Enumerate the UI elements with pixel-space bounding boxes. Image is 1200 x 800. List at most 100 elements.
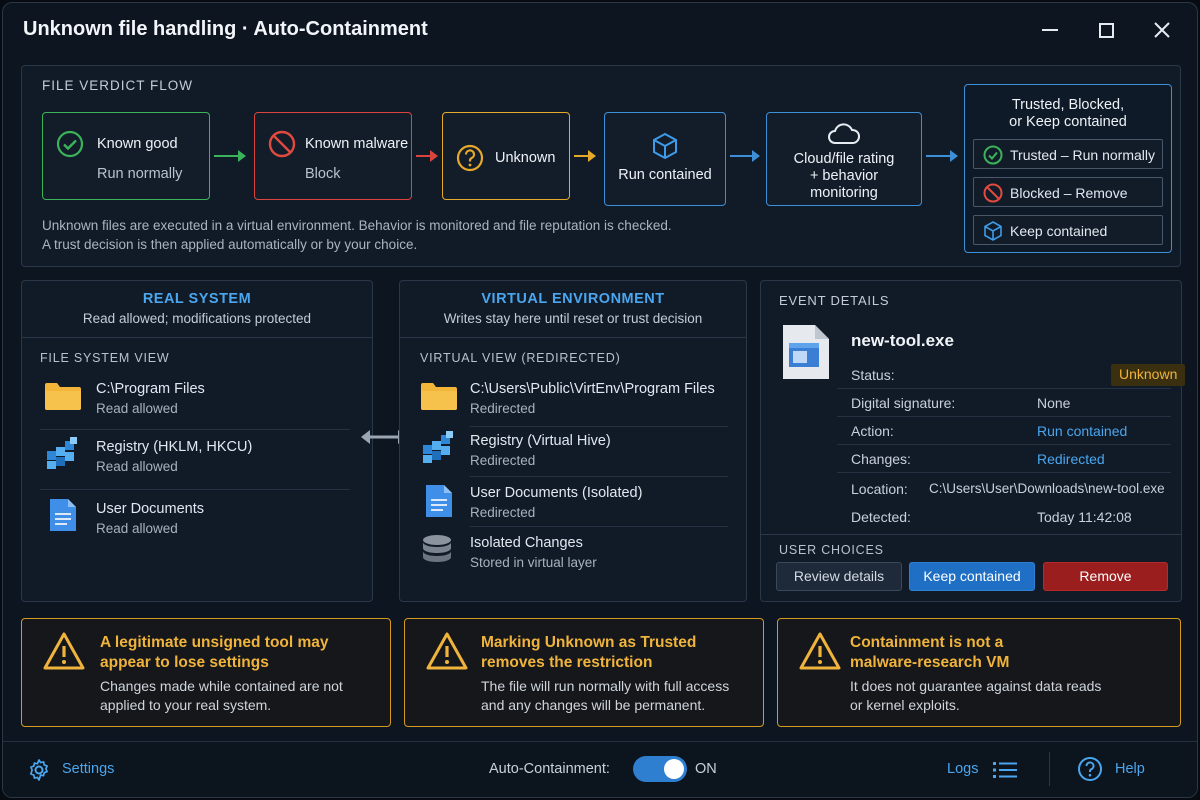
outcome-heading: Trusted, Blocked, or Keep contained [965,97,1171,131]
database-icon [423,535,451,562]
remove-button[interactable]: Remove [1043,562,1168,591]
minimize-button[interactable] [1035,17,1065,43]
keep-contained-button[interactable]: Keep contained [909,562,1035,591]
close-icon [1154,22,1170,38]
real-item-status: Read allowed [96,401,178,416]
maximize-icon [1098,22,1114,38]
document-icon [426,485,452,517]
known-malware-box[interactable]: Known malware Block [254,112,412,200]
cloud-rating-line1: Cloud/file rating [793,151,895,167]
blocked-icon [983,183,1003,203]
check-circle-icon [983,145,1003,165]
warning-desc-line2: and any changes will be permanent. [481,697,706,713]
warning-title: Marking Unknown as Trusted removes the re… [481,633,696,673]
known-good-box[interactable]: Known good Run normally [42,112,210,200]
list-item: User Documents Read allowed [22,495,374,545]
title-bar: Unknown file handling · Auto-Containment [3,3,1197,59]
real-item-name: User Documents [96,501,204,517]
close-button[interactable] [1147,17,1177,43]
cloud-icon [828,123,860,144]
field-key: Detected: [851,509,911,525]
known-good-label: Known good [97,136,178,152]
known-good-action: Run normally [97,166,183,182]
warning-desc-line2: or kernel exploits. [850,697,960,713]
virtual-item-name: Registry (Virtual Hive) [470,433,611,449]
registry-icon [423,431,453,463]
flow-heading: FILE VERDICT FLOW [42,78,194,93]
outcome-keep-label: Keep contained [1010,223,1108,239]
virtual-environment-panel: VIRTUAL ENVIRONMENT Writes stay here unt… [399,280,747,602]
divider [40,489,350,490]
logs-link[interactable]: Logs [947,761,978,777]
divider [400,337,746,338]
settings-link[interactable]: Settings [62,761,114,777]
flow-description-line1: Unknown files are executed in a virtual … [42,218,672,233]
auto-containment-toggle[interactable] [633,756,687,782]
warning-icon [43,632,85,670]
run-contained-box[interactable]: Run contained [604,112,726,206]
outcome-panel: Trusted, Blocked, or Keep contained Trus… [964,84,1172,253]
field-key: Action: [851,423,894,439]
real-item-status: Read allowed [96,459,178,474]
outcome-trusted-label: Trusted – Run normally [1010,147,1155,163]
warning-desc-line1: Changes made while contained are not [100,678,343,694]
gear-icon [30,759,48,781]
review-details-button[interactable]: Review details [776,562,902,591]
unknown-box[interactable]: Unknown [442,112,570,200]
outcome-blocked-option[interactable]: Blocked – Remove [973,177,1163,207]
help-icon[interactable] [1077,756,1103,782]
known-malware-label: Known malware [305,136,409,152]
run-contained-label: Run contained [618,167,712,183]
warning-icon [426,632,468,670]
real-item-name: C:\Program Files [96,381,205,397]
virtual-item-name: User Documents (Isolated) [470,485,643,501]
status-badge: Unknown [1111,364,1186,386]
field-value: Today 11:42:08 [1037,509,1132,525]
field-value-link[interactable]: Run contained [1037,423,1127,439]
warning-card: A legitimate unsigned tool may appear to … [21,618,391,727]
list-item: Registry (Virtual Hive) Redirected [400,429,748,477]
virtual-env-subtitle: Writes stay here until reset or trust de… [443,311,703,326]
real-system-title: REAL SYSTEM [142,291,252,307]
field-value-link[interactable]: Redirected [1037,451,1105,467]
list-item: Isolated Changes Stored in virtual layer [400,529,748,577]
outcome-heading-line2: or Keep contained [1009,114,1127,130]
minimize-icon [1042,29,1058,31]
outcome-blocked-label: Blocked – Remove [1010,185,1128,201]
field-key: Digital signature: [851,395,956,411]
auto-containment-label: Auto-Containment: [489,761,610,777]
warning-description: The file will run normally with full acc… [481,677,729,715]
warning-description: It does not guarantee against data reads… [850,677,1101,715]
folder-icon [45,383,81,410]
maximize-button[interactable] [1091,17,1121,43]
cloud-rating-line2: + behavior [809,168,879,184]
user-choices-label: USER CHOICES [779,543,884,557]
event-field-detected: Detected: Today 11:42:08 [837,503,1171,531]
help-link[interactable]: Help [1115,761,1145,777]
warning-title-line2: removes the restriction [481,654,653,671]
event-field-changes: Changes: Redirected [837,445,1171,473]
virtual-item-status: Redirected [470,401,536,416]
field-value: C:\Users\User\Downloads\new-tool.exe [929,481,1165,496]
event-details-heading: EVENT DETAILS [779,293,890,308]
outcome-trusted-option[interactable]: Trusted – Run normally [973,139,1163,169]
divider [470,526,728,527]
warning-card: Containment is not a malware-research VM … [777,618,1181,727]
list-item: Registry (HKLM, HKCU) Read allowed [22,435,374,485]
toggle-knob [664,759,684,779]
divider [470,426,728,427]
cloud-rating-box[interactable]: Cloud/file rating + behavior monitoring [766,112,922,206]
warning-description: Changes made while contained are not appl… [100,677,343,715]
folder-icon [421,383,457,410]
window-title: Unknown file handling · Auto-Containment [23,18,428,40]
warning-title-line1: Containment is not a [850,634,1004,651]
app-window: Unknown file handling · Auto-Containment… [2,2,1198,798]
virtual-env-title: VIRTUAL ENVIRONMENT [481,291,665,307]
known-malware-action: Block [305,166,341,182]
outcome-keep-option[interactable]: Keep contained [973,215,1163,245]
arrow-icon [574,150,596,162]
warning-card: Marking Unknown as Trusted removes the re… [404,618,764,727]
warning-desc-line2: applied to your real system. [100,697,272,713]
list-icon[interactable] [993,760,1017,780]
warning-icon [799,632,841,670]
